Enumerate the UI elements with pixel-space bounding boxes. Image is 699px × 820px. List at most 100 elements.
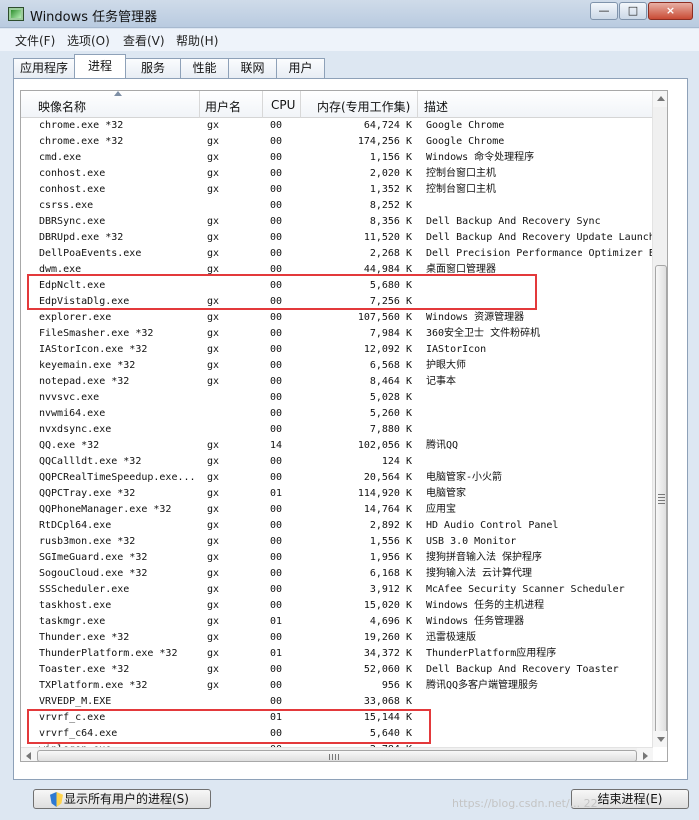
process-name: keyemain.exe *32: [39, 360, 136, 371]
process-row[interactable]: SogouCloud.exe *32 gx 00 6,168 K 搜狗输入法 云计算代理: [21, 566, 653, 582]
process-name: dwm.exe: [39, 264, 82, 275]
process-row[interactable]: ThunderPlatform.exe *32 gx 01 34,372 K Thund…: [21, 646, 653, 662]
user-name: gx: [207, 136, 220, 147]
process-row[interactable]: conhost.exe gx 00 2,020 K 控制台窗口主机: [21, 166, 653, 182]
process-row[interactable]: IAStorIcon.exe *32 gx 00 12,092 K IAStorIcon: [21, 342, 653, 358]
process-row[interactable]: SSScheduler.exe gx 00 3,912 K McAfee Securit…: [21, 582, 653, 598]
process-row[interactable]: EdpVistaDlg.exe gx 00 7,256 K: [21, 294, 653, 310]
menu-file[interactable]: 文件(F): [15, 32, 55, 49]
memory-usage: 5,028 K: [369, 392, 412, 403]
tab-applications[interactable]: 应用程序: [13, 58, 75, 78]
horizontal-scroll-thumb[interactable]: [37, 750, 637, 761]
process-row[interactable]: notepad.exe *32 gx 00 8,464 K 记事本: [21, 374, 653, 390]
memory-usage: 8,356 K: [369, 216, 412, 227]
column-header: 映像名称 用户名 CPU 内存(专用工作集) 描述: [21, 91, 653, 118]
header-image-name[interactable]: 映像名称: [21, 91, 200, 118]
process-row[interactable]: DellPoaEvents.exe gx 00 2,268 K Dell Precisi…: [21, 246, 653, 262]
close-button[interactable]: ×: [648, 2, 693, 20]
process-name: EdpNclt.exe: [39, 280, 106, 291]
process-row[interactable]: taskmgr.exe gx 01 4,696 K Windows 任务管理器: [21, 614, 653, 630]
process-row[interactable]: keyemain.exe *32 gx 00 6,568 K 护眼大师: [21, 358, 653, 374]
process-list[interactable]: 映像名称 用户名 CPU 内存(专用工作集) 描述 chrome.exe *32…: [20, 90, 668, 762]
horizontal-scrollbar[interactable]: [21, 747, 653, 761]
menu-help[interactable]: 帮助(H): [176, 32, 218, 49]
memory-usage: 14,764 K: [363, 504, 412, 515]
process-description: 360安全卫士 文件粉碎机: [426, 328, 541, 339]
process-row[interactable]: QQPhoneManager.exe *32 gx 00 14,764 K 应用宝: [21, 502, 653, 518]
process-row[interactable]: nvwmi64.exe 00 5,260 K: [21, 406, 653, 422]
cpu-usage: 00: [270, 664, 283, 675]
process-row[interactable]: chrome.exe *32 gx 00 64,724 K Google Chrome: [21, 118, 653, 134]
process-description: Dell Backup And Recovery Update Launch: [426, 232, 653, 243]
cpu-usage: 00: [270, 264, 283, 275]
scroll-right-button[interactable]: [637, 748, 653, 761]
process-row[interactable]: rusb3mon.exe *32 gx 00 1,556 K USB 3.0 Monit…: [21, 534, 653, 550]
menu-view[interactable]: 查看(V): [123, 32, 165, 49]
process-name: vrvrf_c64.exe: [39, 728, 118, 739]
process-row[interactable]: Toaster.exe *32 gx 00 52,060 K Dell Backup A…: [21, 662, 653, 678]
process-description: [426, 422, 653, 438]
process-row[interactable]: SGImeGuard.exe *32 gx 00 1,956 K 搜狗拼音输入法 保护程…: [21, 550, 653, 566]
header-memory[interactable]: 内存(专用工作集): [301, 91, 418, 118]
process-row[interactable]: Thunder.exe *32 gx 00 19,260 K 迅雷极速版: [21, 630, 653, 646]
process-row[interactable]: QQPCTray.exe *32 gx 01 114,920 K 电脑管家: [21, 486, 653, 502]
cpu-usage: 00: [270, 328, 283, 339]
minimize-button[interactable]: —: [590, 2, 618, 20]
process-row[interactable]: DBRUpd.exe *32 gx 00 11,520 K Dell Backup An…: [21, 230, 653, 246]
process-row[interactable]: explorer.exe gx 00 107,560 K Windows 资源管理器: [21, 310, 653, 326]
tab-performance[interactable]: 性能: [180, 58, 229, 78]
process-name: cmd.exe: [39, 152, 82, 163]
process-row[interactable]: nvxdsync.exe 00 7,880 K: [21, 422, 653, 438]
tab-services[interactable]: 服务: [125, 58, 181, 78]
process-description: Windows 资源管理器: [426, 312, 525, 323]
cpu-usage: 00: [270, 232, 283, 243]
process-name: taskhost.exe: [39, 600, 112, 611]
cpu-usage: 00: [270, 344, 283, 355]
cpu-usage: 00: [270, 728, 283, 739]
process-row[interactable]: QQCallldt.exe *32 gx 00 124 K: [21, 454, 653, 470]
process-description: Google Chrome: [426, 136, 505, 147]
memory-usage: 3,912 K: [369, 584, 412, 595]
scroll-left-button[interactable]: [21, 748, 37, 761]
process-row[interactable]: TXPlatform.exe *32 gx 00 956 K 腾讯QQ多客户端管理服务: [21, 678, 653, 694]
cpu-usage: 00: [270, 200, 283, 211]
process-description: ThunderPlatform应用程序: [426, 648, 557, 659]
process-row[interactable]: vrvrf_c.exe 01 15,144 K: [21, 710, 653, 726]
process-row[interactable]: VRVEDP_M.EXE 00 33,068 K: [21, 694, 653, 710]
header-user-name[interactable]: 用户名: [200, 91, 263, 118]
process-row[interactable]: cmd.exe gx 00 1,156 K Windows 命令处理程序: [21, 150, 653, 166]
cpu-usage: 00: [270, 248, 283, 259]
process-row[interactable]: taskhost.exe gx 00 15,020 K Windows 任务的主机进程: [21, 598, 653, 614]
scroll-up-button[interactable]: [653, 91, 667, 107]
process-row[interactable]: csrss.exe 00 8,252 K: [21, 198, 653, 214]
process-description: [426, 390, 653, 406]
cpu-usage: 00: [270, 392, 283, 403]
process-row[interactable]: dwm.exe gx 00 44,984 K 桌面窗口管理器: [21, 262, 653, 278]
scroll-down-button[interactable]: [653, 731, 667, 747]
maximize-button[interactable]: □: [619, 2, 647, 20]
process-row[interactable]: RtDCpl64.exe gx 00 2,892 K HD Audio Control …: [21, 518, 653, 534]
cpu-usage: 00: [270, 376, 283, 387]
show-all-users-button[interactable]: 显示所有用户的进程(S): [33, 789, 211, 809]
process-row[interactable]: conhost.exe gx 00 1,352 K 控制台窗口主机: [21, 182, 653, 198]
header-description[interactable]: 描述: [418, 91, 653, 118]
tab-networking[interactable]: 联网: [228, 58, 277, 78]
tab-processes[interactable]: 进程: [74, 54, 126, 78]
tab-users[interactable]: 用户: [276, 58, 325, 78]
process-row[interactable]: QQ.exe *32 gx 14 102,056 K 腾讯QQ: [21, 438, 653, 454]
process-row[interactable]: nvvsvc.exe 00 5,028 K: [21, 390, 653, 406]
vertical-scrollbar[interactable]: [652, 91, 667, 747]
user-name: gx: [207, 520, 220, 531]
process-row[interactable]: QQPCRealTimeSpeedup.exe... gx 00 20,564 K 电脑…: [21, 470, 653, 486]
process-row[interactable]: FileSmasher.exe *32 gx 00 7,984 K 360安全卫士 文件…: [21, 326, 653, 342]
vertical-scroll-thumb[interactable]: [655, 265, 667, 735]
thumb-grip-line: [332, 754, 333, 760]
process-row[interactable]: EdpNclt.exe 00 5,680 K: [21, 278, 653, 294]
process-row[interactable]: DBRSync.exe gx 00 8,356 K Dell Backup And Re…: [21, 214, 653, 230]
process-row[interactable]: vrvrf_c64.exe 00 5,640 K: [21, 726, 653, 742]
process-row[interactable]: chrome.exe *32 gx 00 174,256 K Google Chrome: [21, 134, 653, 150]
cpu-usage: 00: [270, 552, 283, 563]
process-rows: chrome.exe *32 gx 00 64,724 K Google Chrome c…: [21, 118, 653, 749]
header-cpu[interactable]: CPU: [263, 91, 301, 118]
menu-options[interactable]: 选项(O): [67, 32, 110, 49]
